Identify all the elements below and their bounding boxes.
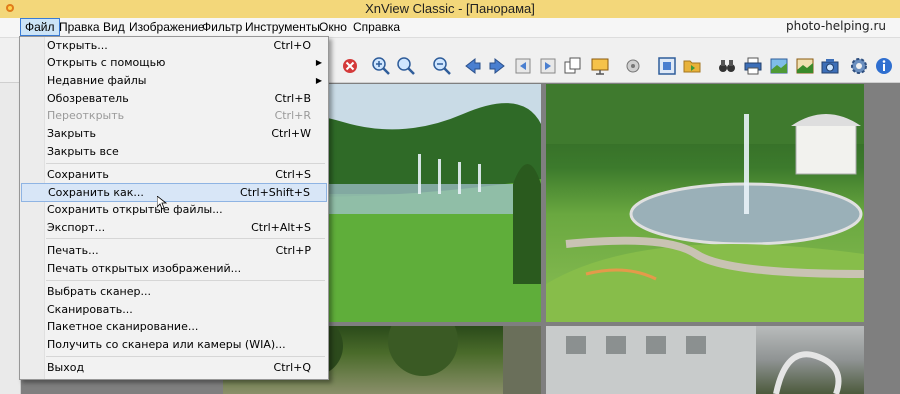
left-panel-strip	[0, 38, 21, 394]
menu-item-select-scanner[interactable]: Выбрать сканер...	[21, 283, 327, 300]
menu-item-label: Сохранить	[47, 168, 109, 181]
zoom-out-icon[interactable]	[432, 56, 452, 76]
arrow-right-icon[interactable]	[487, 56, 507, 76]
submenu-arrow-icon: ▶	[315, 58, 322, 67]
menu-item-label: Закрыть все	[47, 145, 119, 158]
menu-item-label: Переоткрыть	[47, 109, 125, 122]
menu-filter[interactable]: Фильтр	[198, 19, 246, 35]
info-icon[interactable]	[874, 56, 894, 76]
menu-item-export[interactable]: Экспорт... Ctrl+Alt+S	[21, 219, 327, 236]
fullscreen-icon[interactable]	[657, 56, 677, 76]
menu-item-label: Закрыть	[47, 127, 96, 140]
menu-item-label: Открыть с помощью	[47, 56, 166, 69]
menu-item-shortcut: Ctrl+Shift+S	[240, 186, 310, 199]
menu-item-label: Выбрать сканер...	[47, 285, 151, 298]
menu-item-open[interactable]: Открыть... Ctrl+O	[21, 37, 327, 54]
menu-item-label: Экспорт...	[47, 221, 106, 234]
menu-file[interactable]: Файл	[20, 18, 60, 36]
menu-item-recent-files[interactable]: Недавние файлы ▶	[21, 72, 327, 89]
menu-item-shortcut: Ctrl+R	[274, 109, 311, 122]
menu-item-label: Сохранить как...	[48, 186, 144, 199]
menu-bar: Файл Правка Вид Изображение Фильтр Инстр…	[0, 18, 900, 38]
image-convert-icon[interactable]	[795, 56, 815, 76]
title-bar: XnView Classic - [Панорама]	[0, 0, 900, 18]
menu-item-shortcut: Ctrl+P	[275, 244, 311, 257]
menu-item-label: Печать открытых изображений...	[47, 262, 242, 275]
menu-item-exit[interactable]: Выход Ctrl+Q	[21, 359, 327, 376]
image-export-icon[interactable]	[769, 56, 789, 76]
zoom-in-icon[interactable]	[371, 56, 391, 76]
delete-icon[interactable]	[340, 56, 360, 76]
menu-item-label: Пакетное сканирование...	[47, 320, 199, 333]
menu-item-label: Обозреватель	[47, 92, 129, 105]
slideshow-icon[interactable]	[590, 56, 610, 76]
mouse-cursor-icon	[157, 196, 167, 210]
gear-icon[interactable]	[849, 56, 869, 76]
menu-item-print[interactable]: Печать... Ctrl+P	[21, 242, 327, 259]
menu-item-shortcut: Ctrl+Alt+S	[251, 221, 311, 234]
open-folder-icon[interactable]	[682, 56, 702, 76]
menu-item-print-open-images[interactable]: Печать открытых изображений...	[21, 260, 327, 277]
menu-separator	[46, 163, 325, 164]
menu-item-shortcut: Ctrl+W	[271, 127, 311, 140]
menu-help[interactable]: Справка	[349, 19, 404, 35]
menu-tools[interactable]: Инструменты	[241, 19, 324, 35]
menu-item-acquire-wia[interactable]: Получить со сканера или камеры (WIA)...	[21, 336, 327, 353]
photo-fountain-pavilion[interactable]	[546, 84, 864, 322]
menu-item-label: Сохранить открытые файлы...	[47, 203, 223, 216]
photo-building-fence[interactable]	[546, 326, 864, 394]
settings-small-icon[interactable]	[623, 56, 643, 76]
last-page-icon[interactable]	[538, 56, 558, 76]
submenu-arrow-icon: ▶	[315, 76, 322, 85]
binoculars-icon[interactable]	[717, 56, 737, 76]
menu-item-open-with[interactable]: Открыть с помощью ▶	[21, 54, 327, 71]
menu-separator	[46, 356, 325, 357]
menu-item-close[interactable]: Закрыть Ctrl+W	[21, 125, 327, 142]
menu-separator	[46, 280, 325, 281]
menu-item-shortcut: Ctrl+Q	[273, 361, 311, 374]
copy-icon[interactable]	[563, 56, 583, 76]
menu-item-label: Недавние файлы	[47, 74, 147, 87]
camera-icon[interactable]	[820, 56, 840, 76]
menu-item-batch-scan[interactable]: Пакетное сканирование...	[21, 318, 327, 335]
menu-item-shortcut: Ctrl+O	[273, 39, 311, 52]
menu-item-save[interactable]: Сохранить Ctrl+S	[21, 166, 327, 183]
menu-item-label: Сканировать...	[47, 303, 133, 316]
menu-item-label: Получить со сканера или камеры (WIA)...	[47, 338, 286, 351]
menu-item-save-as[interactable]: Сохранить как... Ctrl+Shift+S	[21, 183, 327, 202]
zoom-tool-icon[interactable]	[396, 56, 416, 76]
menu-edit[interactable]: Правка	[55, 19, 104, 35]
menu-item-browser[interactable]: Обозреватель Ctrl+B	[21, 90, 327, 107]
file-menu-dropdown: Открыть... Ctrl+O Открыть с помощью ▶ Не…	[19, 36, 329, 380]
watermark-text: photo-helping.ru	[785, 19, 886, 33]
menu-image[interactable]: Изображение	[125, 19, 209, 35]
first-page-icon[interactable]	[513, 56, 533, 76]
menu-item-label: Открыть...	[47, 39, 108, 52]
menu-item-scan[interactable]: Сканировать...	[21, 301, 327, 318]
arrow-left-icon[interactable]	[463, 56, 483, 76]
menu-item-reopen: Переоткрыть Ctrl+R	[21, 107, 327, 124]
menu-item-label: Выход	[47, 361, 85, 374]
menu-window[interactable]: Окно	[315, 19, 351, 35]
menu-item-shortcut: Ctrl+B	[274, 92, 311, 105]
menu-separator	[46, 238, 325, 239]
menu-item-close-all[interactable]: Закрыть все	[21, 143, 327, 160]
menu-item-save-open-files[interactable]: Сохранить открытые файлы...	[21, 201, 327, 218]
printer-icon[interactable]	[743, 56, 763, 76]
menu-item-label: Печать...	[47, 244, 99, 257]
window-title: XnView Classic - [Панорама]	[365, 1, 535, 16]
menu-item-shortcut: Ctrl+S	[275, 168, 311, 181]
